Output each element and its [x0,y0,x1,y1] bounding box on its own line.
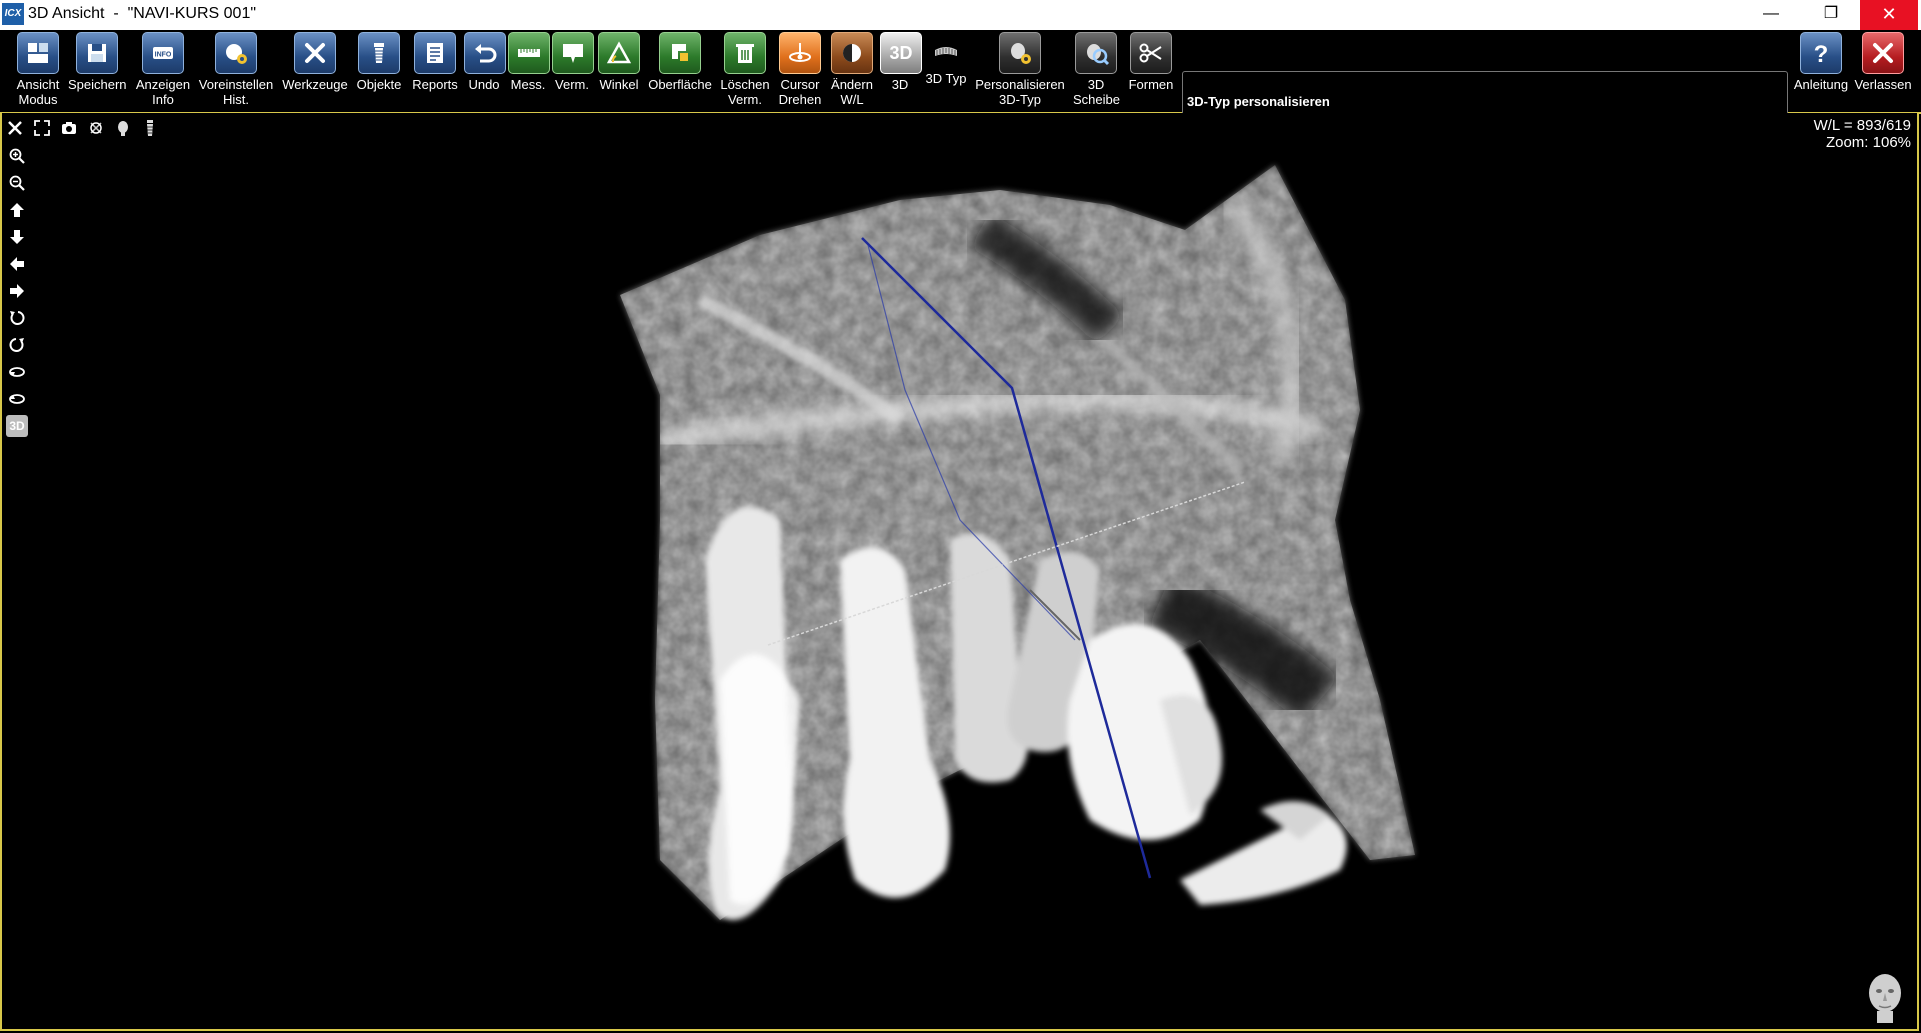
3d-reset-button[interactable]: 3D [6,415,28,437]
toolbar-undo-button[interactable]: Undo [464,32,506,92]
toolbar-verlassen-button[interactable]: Verlassen [1854,32,1912,92]
toolbar-winkel-button[interactable]: Winkel [597,32,641,92]
toolbar-objekte-button[interactable]: Objekte [355,32,403,92]
3d-icon: 3D [880,32,922,74]
zoom-out-button[interactable] [6,172,28,194]
tilt-right-button[interactable] [6,388,28,410]
toolbar-werkzeuge-button[interactable]: Werkzeuge [282,32,348,92]
toolbar-loeschen-verm-button[interactable]: Löschen Verm. [720,32,770,107]
rotate-ccw-button[interactable] [6,307,28,329]
tools-small-button[interactable] [4,117,26,139]
implant-small-button[interactable] [139,117,161,139]
save-icon [76,32,118,74]
scissors-icon [1130,32,1172,74]
3d-reset-icon: 3D [9,419,25,433]
tools-small-icon [8,121,22,135]
tools-icon [294,32,336,74]
toolbar-3d-scheibe-button[interactable]: 3D Scheibe [1073,32,1120,107]
personalize-3d-icon [999,32,1041,74]
close-window-button[interactable]: ✕ [1860,0,1918,30]
arrow-up-icon [10,203,24,217]
fullscreen-button[interactable] [31,117,53,139]
annotation-icon [552,32,594,74]
minimize-button[interactable]: — [1742,0,1800,30]
move-left-button[interactable] [6,253,28,275]
move-right-button[interactable] [6,280,28,302]
toolbar-verm-button[interactable]: Verm. [552,32,594,92]
arrow-down-icon [10,230,24,244]
head-view-icon [118,121,128,136]
fullscreen-icon [34,120,50,136]
toolbar-ansicht-modus-button[interactable]: Ansicht Modus [14,32,62,107]
main-toolbar: Ansicht Modus Speichern INFO Anzeigen In… [0,30,1921,131]
status-message: 3D-Typ personalisieren [1187,94,1330,109]
info-icon: INFO [142,32,184,74]
rotate-cursor-icon [779,32,821,74]
arrow-left-icon [10,257,24,271]
move-up-button[interactable] [6,199,28,221]
restore-button[interactable]: ❐ [1802,0,1860,30]
orientation-head-icon[interactable] [1863,971,1907,1023]
arrow-right-icon [10,284,24,298]
toolbar-voreinstellen-hist-button[interactable]: Voreinstellen Hist. [198,32,274,107]
svg-text:?: ? [1814,41,1829,67]
tilt-left-button[interactable] [6,361,28,383]
move-down-button[interactable] [6,226,28,248]
dental-3d-volume [620,165,1415,920]
exit-icon [1862,32,1904,74]
3d-slice-icon [1075,32,1117,74]
title-bar: ICX 3D Ansicht - "NAVI-KURS 001" — ❐ ✕ [0,0,1921,31]
3d-viewport[interactable]: 3D W/L = 893/619 Zoom: 106% [0,113,1919,1031]
surface-icon [659,32,701,74]
rotate-ccw-icon [10,311,25,325]
trash-icon [724,32,766,74]
zoom-in-icon [9,148,25,164]
histogram-settings-icon [215,32,257,74]
toolbar-personalisieren-3d-typ-button[interactable]: Personalisieren 3D-Typ [974,32,1066,107]
help-icon: ? [1800,32,1842,74]
angle-icon [598,32,640,74]
3d-type-icon [926,32,966,68]
head-view-button[interactable] [112,117,134,139]
toolbar-reports-button[interactable]: Reports [410,32,460,92]
toolbar-cursor-drehen-button[interactable]: Cursor Drehen [777,32,823,107]
svg-text:INFO: INFO [155,52,172,59]
toolbar-oberflaeche-button[interactable]: Oberfläche [648,32,712,92]
tilt-right-icon [9,394,25,404]
window-title: 3D Ansicht - "NAVI-KURS 001" [28,5,257,22]
toolbar-aendern-wl-button[interactable]: Ändern W/L [829,32,875,107]
rotate-cw-button[interactable] [6,334,28,356]
zoom-in-button[interactable] [6,145,28,167]
rotate-cw-icon [9,338,24,352]
report-icon [414,32,456,74]
zoom-out-icon [9,175,25,191]
view-mode-icon [17,32,59,74]
toolbar-anzeigen-info-button[interactable]: INFO Anzeigen Info [135,32,191,107]
toolbar-anleitung-button[interactable]: ? Anleitung [1792,32,1850,92]
rotate-view-button[interactable] [85,117,107,139]
window-level-readout: W/L = 893/619 [1813,117,1911,134]
toolbar-3d-typ-button[interactable]: 3D Typ [922,32,970,86]
rotate-view-icon [90,122,102,134]
measure-icon [508,32,550,74]
toolbar-speichern-button[interactable]: Speichern [68,32,127,92]
toolbar-formen-button[interactable]: Formen [1128,32,1174,92]
implant-small-icon [147,120,153,136]
app-icon: ICX [2,3,24,25]
zoom-readout: Zoom: 106% [1825,134,1911,151]
window-level-icon [831,32,873,74]
toolbar-mess-button[interactable]: Mess. [508,32,550,92]
camera-icon [62,122,76,134]
implant-icon [358,32,400,74]
toolbar-3d-button[interactable]: 3D 3D [880,32,922,92]
camera-button[interactable] [58,117,80,139]
tilt-left-icon [9,367,25,377]
undo-icon [464,32,506,74]
